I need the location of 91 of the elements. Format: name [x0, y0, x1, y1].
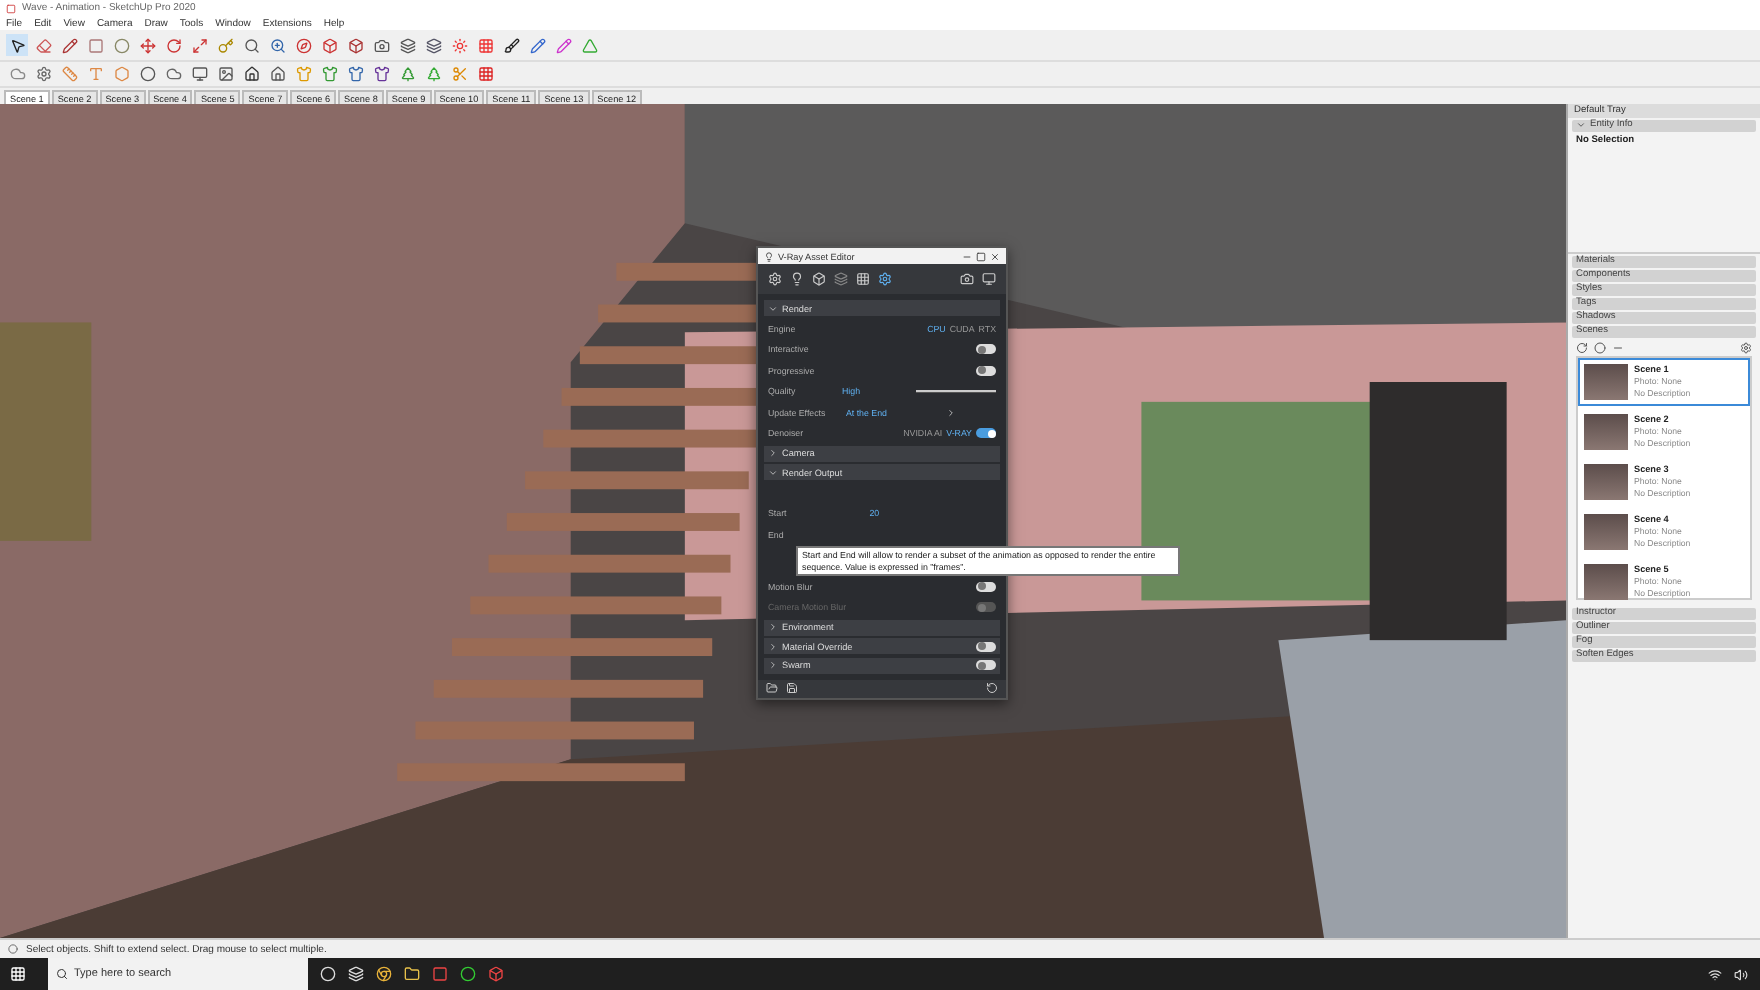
toggle-switch[interactable]: [976, 344, 996, 354]
shirt-icon: [321, 66, 337, 82]
caret-right-icon: [946, 407, 956, 417]
pencil-icon: [529, 37, 545, 53]
toggle-switch[interactable]: [976, 428, 996, 438]
pointer-icon: [9, 37, 25, 53]
toolbar-button[interactable]: [136, 63, 158, 85]
folder-icon[interactable]: [404, 966, 420, 982]
caret-down-icon: [768, 303, 778, 313]
quality-slider[interactable]: [916, 387, 996, 395]
toolbar-button[interactable]: [500, 34, 522, 56]
photo-placeholder: [1584, 364, 1628, 400]
shirt-icon: [347, 66, 363, 82]
circle-icon: [113, 37, 129, 53]
circle-icon[interactable]: [320, 966, 336, 982]
layers-icon: [399, 37, 415, 53]
photo-placeholder: [1584, 464, 1628, 500]
triangle-icon: [581, 37, 597, 53]
photo-placeholder: [1584, 414, 1628, 450]
open-file-icon[interactable]: [766, 682, 778, 694]
reset-icon[interactable]: [986, 682, 998, 694]
toolbar-button[interactable]: [6, 34, 28, 56]
pencil-icon: [555, 37, 571, 53]
text-icon: [87, 66, 103, 82]
settings-icon[interactable]: [1740, 341, 1752, 353]
move-icon: [139, 37, 155, 53]
toolbar-button[interactable]: [396, 34, 418, 56]
hexagon-icon: [113, 66, 129, 82]
shirt-icon: [295, 66, 311, 82]
eraser-icon: [35, 37, 51, 53]
save-icon[interactable]: [786, 682, 798, 694]
light-icon[interactable]: [790, 272, 804, 286]
toolbar-button[interactable]: [240, 63, 262, 85]
monitor-icon: [191, 66, 207, 82]
monitor-icon[interactable]: [982, 272, 996, 286]
gear-icon[interactable]: [768, 272, 782, 286]
layers-icon: [425, 37, 441, 53]
rotate-icon: [165, 37, 181, 53]
toolbar-button[interactable]: [370, 63, 392, 85]
volume-icon[interactable]: [1734, 967, 1748, 981]
image-icon: [217, 66, 233, 82]
toolbar-button[interactable]: [240, 34, 262, 56]
toolbar-button[interactable]: [214, 63, 236, 85]
scale-icon: [191, 37, 207, 53]
tree-icon: [425, 66, 441, 82]
photo-placeholder: [1584, 564, 1628, 600]
app-icon[interactable]: [432, 966, 448, 982]
toggle-switch[interactable]: [976, 660, 996, 670]
search-icon: [243, 37, 259, 53]
grid-icon: [477, 37, 493, 53]
cube-icon[interactable]: [812, 272, 826, 286]
brush-icon: [503, 37, 519, 53]
cube-icon: [347, 37, 363, 53]
house-icon: [269, 66, 285, 82]
settings-icon[interactable]: [878, 272, 892, 286]
browser-icon[interactable]: [376, 966, 392, 982]
gear-icon: [35, 66, 51, 82]
key-icon: [217, 37, 233, 53]
pencil-icon: [61, 37, 77, 53]
house-icon: [243, 66, 259, 82]
toolbar-button[interactable]: [188, 63, 210, 85]
cloud-icon: [9, 66, 25, 82]
tree-icon: [399, 66, 415, 82]
toggle-switch[interactable]: [976, 641, 996, 651]
photo-placeholder: [1584, 514, 1628, 550]
refresh-icon[interactable]: [1576, 341, 1588, 353]
search-icon: [56, 968, 68, 980]
caret-down-icon: [1576, 120, 1586, 130]
ruler-icon: [61, 66, 77, 82]
zoom-icon: [269, 37, 285, 53]
scissors-icon: [451, 66, 467, 82]
maximize-icon[interactable]: [976, 251, 986, 261]
sun-icon: [451, 37, 467, 53]
network-icon[interactable]: [1708, 967, 1722, 981]
camera-icon: [373, 37, 389, 53]
cloud-icon: [165, 66, 181, 82]
circle-icon: [139, 66, 155, 82]
rectangle-icon: [87, 37, 103, 53]
caret-down-icon: [768, 467, 778, 477]
cube-icon: [321, 37, 337, 53]
toggle-switch[interactable]: [976, 365, 996, 375]
grid-icon: [477, 66, 493, 82]
layers-icon[interactable]: [834, 272, 848, 286]
compass-icon: [295, 37, 311, 53]
toolbar-button[interactable]: [370, 34, 392, 56]
caret-right-icon: [768, 448, 778, 458]
app-logo-icon: [6, 3, 16, 13]
grid-icon[interactable]: [856, 272, 870, 286]
toggle-switch[interactable]: [976, 581, 996, 591]
toolbar-button[interactable]: [422, 34, 444, 56]
shirt-icon: [373, 66, 389, 82]
